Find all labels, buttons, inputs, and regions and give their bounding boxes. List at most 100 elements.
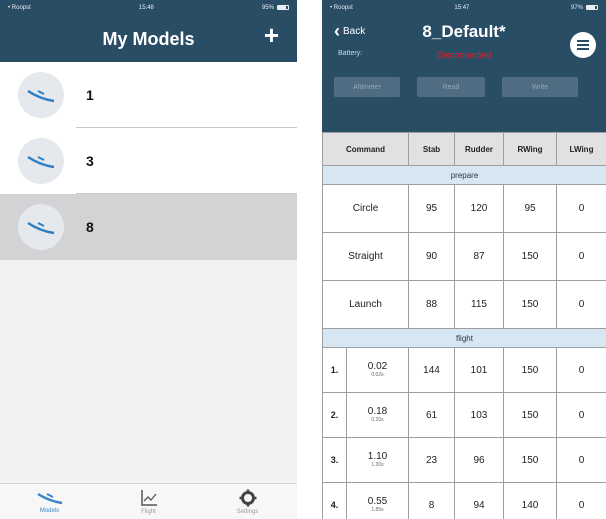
lwing-cell: 0 xyxy=(556,392,606,438)
action-buttons: Altimeter Read Write xyxy=(334,77,606,97)
column-header-command: Command xyxy=(322,132,409,166)
lwing-cell: 0 xyxy=(556,232,606,281)
lwing-cell: 0 xyxy=(556,482,606,519)
rwing-cell: 140 xyxy=(503,482,557,519)
lwing-cell: 0 xyxy=(556,437,606,483)
rwing-cell: 150 xyxy=(503,280,557,329)
rudder-cell: 115 xyxy=(454,280,504,329)
time-cumulative: 1.30s xyxy=(371,462,384,468)
time-value: 0.02 xyxy=(367,361,388,372)
lwing-cell: 0 xyxy=(556,184,606,233)
model-list-item-8[interactable]: 8 xyxy=(0,194,297,260)
step-index: 3. xyxy=(322,437,347,483)
table-row[interactable]: 2. 0.18 0.20s 61 103 150 0 xyxy=(322,392,606,438)
carrier-label: • Roopst xyxy=(8,5,31,11)
battery-icon xyxy=(277,4,289,10)
models-header: • Roopst 15:48 95% My Models + xyxy=(0,0,297,62)
model-name: 1 xyxy=(86,87,94,103)
rwing-cell: 150 xyxy=(503,347,557,393)
section-title: flight xyxy=(322,328,606,348)
add-model-button[interactable]: + xyxy=(264,22,279,48)
table-row[interactable]: Straight 90 87 150 0 xyxy=(322,232,606,281)
time-cumulative: 1.85s xyxy=(371,507,384,513)
stab-cell: 95 xyxy=(408,184,455,233)
lwing-cell: 0 xyxy=(556,280,606,329)
model-list-item-1[interactable]: 1 xyxy=(0,62,297,128)
models-screen: • Roopst 15:48 95% My Models + 1 3 8 Mod… xyxy=(0,0,297,519)
tab-label: Flight xyxy=(141,508,156,515)
step-index: 2. xyxy=(322,392,347,438)
model-name: 8 xyxy=(86,219,94,235)
time-cell: 0.55 1.85s xyxy=(346,482,409,519)
rwing-cell: 95 xyxy=(503,184,557,233)
battery-indicator: 97% xyxy=(570,4,598,12)
stab-cell: 88 xyxy=(408,280,455,329)
time-value: 1.10 xyxy=(367,451,388,462)
tab-label: Models xyxy=(39,507,60,514)
table-row[interactable]: Circle 95 120 95 0 xyxy=(322,184,606,233)
page-title: 8_Default* xyxy=(422,22,506,41)
tab-bar: Models Flight Settings xyxy=(0,483,297,519)
time-cumulative: 0.02s xyxy=(371,372,384,378)
section-title: prepare xyxy=(322,165,606,185)
status-bar: • Roopst 15:47 97% xyxy=(322,0,606,16)
command-cell: Launch xyxy=(322,280,409,329)
table-header-row: Command Stab Rudder RWing LWing xyxy=(322,132,606,166)
battery-indicator: 95% xyxy=(261,4,289,12)
column-header-lwing: LWing xyxy=(556,132,606,166)
tab-settings[interactable]: Settings xyxy=(208,489,288,515)
battery-icon xyxy=(586,4,598,10)
stab-cell: 23 xyxy=(408,437,455,483)
stab-cell: 61 xyxy=(408,392,455,438)
time-cumulative: 0.20s xyxy=(371,417,384,423)
altimeter-button[interactable]: Altimeter xyxy=(334,77,400,97)
battery-percent: 95% xyxy=(261,5,274,12)
carrier-label: • Roopst xyxy=(330,5,353,11)
tab-label: Settings xyxy=(236,508,259,515)
time-cell: 1.10 1.30s xyxy=(346,437,409,483)
model-plane-icon xyxy=(36,492,62,504)
models-nav-bar: My Models + xyxy=(0,16,297,62)
column-header-rudder: Rudder xyxy=(454,132,504,166)
table-row[interactable]: 1. 0.02 0.02s 144 101 150 0 xyxy=(322,347,606,393)
rudder-cell: 103 xyxy=(454,392,504,438)
model-detail-screen: • Roopst 15:47 97% ‹ Back 8_Default* Bat… xyxy=(322,0,606,519)
time-cell: 0.02 0.02s xyxy=(346,347,409,393)
gear-icon xyxy=(239,489,256,506)
tab-models[interactable]: Models xyxy=(10,490,90,514)
time-value: 0.55 xyxy=(367,496,388,507)
time-value: 0.18 xyxy=(367,406,388,417)
command-table: Command Stab Rudder RWing LWing prepare … xyxy=(322,132,606,519)
rwing-cell: 150 xyxy=(503,232,557,281)
stab-cell: 8 xyxy=(408,482,455,519)
table-row[interactable]: Launch 88 115 150 0 xyxy=(322,280,606,329)
tab-flight[interactable]: Flight xyxy=(109,489,189,515)
page-title: My Models xyxy=(102,28,195,49)
menu-line xyxy=(577,44,589,46)
detail-header: • Roopst 15:47 97% ‹ Back 8_Default* Bat… xyxy=(322,0,606,132)
read-button[interactable]: Read xyxy=(417,77,485,97)
battery-percent: 97% xyxy=(570,5,583,12)
table-row[interactable]: 3. 1.10 1.30s 23 96 150 0 xyxy=(322,437,606,483)
stab-cell: 144 xyxy=(408,347,455,393)
clock-label: 15:47 xyxy=(454,5,470,11)
model-list-item-3[interactable]: 3 xyxy=(0,128,297,194)
step-index: 4. xyxy=(322,482,347,519)
rudder-cell: 94 xyxy=(454,482,504,519)
stab-cell: 90 xyxy=(408,232,455,281)
write-button[interactable]: Write xyxy=(502,77,578,97)
section-header-row: prepare xyxy=(322,165,606,185)
model-plane-icon xyxy=(18,204,64,250)
model-plane-icon xyxy=(18,72,64,118)
model-plane-icon xyxy=(18,138,64,184)
command-cell: Straight xyxy=(322,232,409,281)
step-index: 1. xyxy=(322,347,347,393)
table-row[interactable]: 4. 0.55 1.85s 8 94 140 0 xyxy=(322,482,606,519)
model-list: 1 3 8 xyxy=(0,62,297,260)
clock-label: 15:48 xyxy=(138,5,154,11)
chart-icon xyxy=(140,489,157,506)
rwing-cell: 150 xyxy=(503,437,557,483)
section-header-row: flight xyxy=(322,328,606,348)
rwing-cell: 150 xyxy=(503,392,557,438)
time-cell: 0.18 0.20s xyxy=(346,392,409,438)
